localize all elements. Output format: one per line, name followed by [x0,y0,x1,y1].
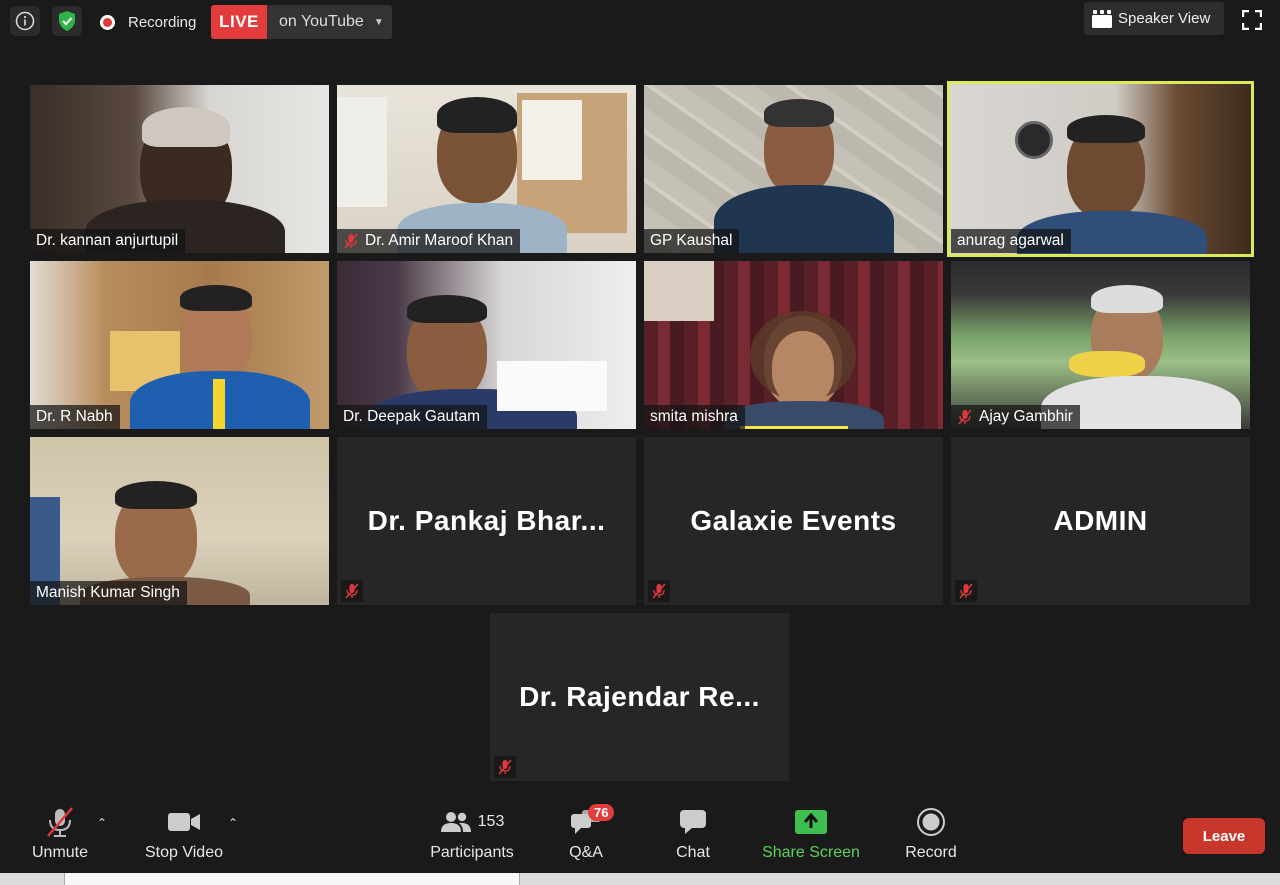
live-destination-dropdown[interactable]: on YouTube ▼ [267,5,392,39]
participant-tile-active-speaker[interactable]: anurag agarwal [947,81,1254,257]
participant-tile[interactable]: Dr. Pankaj Bhar... [337,437,636,605]
mic-off-icon [344,233,358,249]
participant-name-label: Dr. Amir Maroof Khan [337,229,521,253]
os-taskbar [0,873,1280,885]
participant-tile[interactable]: Dr. kannan anjurtupil [30,85,329,253]
participant-video [337,261,636,429]
talking-indicator [740,426,848,429]
participant-name-label: Dr. kannan anjurtupil [30,229,186,253]
chat-label: Chat [676,844,710,861]
participant-tile[interactable]: Dr. R Nabh [30,261,329,429]
record-button[interactable]: Record [902,800,960,870]
mic-off-icon [47,807,73,837]
share-screen-label: Share Screen [762,844,860,861]
participant-video [30,85,329,253]
recording-label: Recording [128,13,197,31]
mic-off-icon [958,409,972,425]
participant-name-label: smita mishra [644,405,745,429]
wall-clock-icon [1015,121,1053,159]
mic-off-icon [652,583,666,599]
participant-tile[interactable]: GP Kaushal [644,85,943,253]
participant-tile[interactable]: ADMIN [951,437,1250,605]
chat-bubble-icon [680,810,706,834]
muted-indicator [341,580,363,602]
leave-button[interactable]: Leave [1183,818,1265,854]
participant-name-label: anurag agarwal [951,229,1071,253]
qa-label: Q&A [569,844,603,861]
participant-video [644,261,943,429]
meeting-controls-toolbar: Unmute ⌃ Stop Video ⌃ 153 Participants 7… [0,800,1280,873]
participant-name-placeholder: Dr. Pankaj Bhar... [367,505,606,536]
participant-tile[interactable]: Dr. Rajendar Re... [490,613,789,781]
qa-button[interactable]: 76 Q&A [560,800,615,870]
record-icon [917,808,945,836]
qa-unread-badge: 76 [588,804,615,821]
fullscreen-icon [1242,10,1262,30]
meeting-info-button[interactable] [10,6,40,36]
grid-view-icon [1092,9,1112,28]
participant-name-label: Manish Kumar Singh [30,581,187,605]
speaker-view-label: Speaker View [1118,10,1211,27]
share-screen-arrow-icon [795,810,827,834]
participant-video [30,437,329,605]
stop-video-label: Stop Video [145,844,223,861]
muted-indicator [494,756,516,778]
stop-video-button[interactable]: Stop Video [140,800,228,870]
mic-off-icon [959,583,973,599]
speaker-view-button[interactable]: Speaker View [1084,2,1224,35]
people-icon [440,812,471,832]
mic-off-icon [498,759,512,775]
participant-name-label: Dr. Deepak Gautam [337,405,487,429]
live-badge: LIVE [211,5,267,39]
unmute-button[interactable]: Unmute [26,800,94,870]
chat-button[interactable]: Chat [668,800,718,870]
participant-video [30,261,329,429]
record-label: Record [905,844,957,861]
taskbar-search-box[interactable] [64,873,520,885]
video-camera-icon [168,813,200,831]
participant-video [644,85,943,253]
participant-video [951,261,1250,429]
meeting-top-bar: Recording LIVE on YouTube ▼ Speaker View [0,0,1280,44]
participant-tile[interactable]: Ajay Gambhir [951,261,1250,429]
fullscreen-button[interactable] [1238,6,1266,34]
participants-label: Participants [430,844,514,861]
participant-tile[interactable]: Manish Kumar Singh [30,437,329,605]
mic-off-icon [345,583,359,599]
recording-dot-icon [100,14,115,30]
unmute-label: Unmute [31,844,89,861]
participant-video [337,85,636,253]
participant-tile[interactable]: Dr. Deepak Gautam [337,261,636,429]
recording-indicator[interactable]: Recording [100,8,196,36]
participant-name-placeholder: ADMIN [1053,505,1148,536]
encryption-button[interactable] [52,6,82,36]
share-screen-button[interactable]: Share Screen [760,800,862,870]
participant-name-placeholder: Dr. Rajendar Re... [519,681,760,712]
live-destination-label: on YouTube [279,13,364,30]
live-stream-indicator[interactable]: LIVE on YouTube ▼ [211,5,392,39]
muted-indicator [648,580,670,602]
muted-indicator [955,580,977,602]
participant-tile[interactable]: Galaxie Events [644,437,943,605]
participants-count: 153 [477,813,505,830]
participant-name-label: Ajay Gambhir [951,405,1080,429]
shield-check-icon [59,11,75,31]
participant-name-label: Dr. R Nabh [30,405,120,429]
caret-down-icon: ▼ [373,16,384,28]
audio-options-caret[interactable]: ⌃ [95,816,109,830]
participant-tile[interactable]: Dr. Amir Maroof Khan [337,85,636,253]
participant-name-label: GP Kaushal [644,229,740,253]
info-icon [15,11,35,31]
video-options-caret[interactable]: ⌃ [226,816,240,830]
participants-button[interactable]: 153 Participants [426,800,518,870]
participant-name-placeholder: Galaxie Events [690,505,897,536]
participant-tile[interactable]: smita mishra [644,261,943,429]
